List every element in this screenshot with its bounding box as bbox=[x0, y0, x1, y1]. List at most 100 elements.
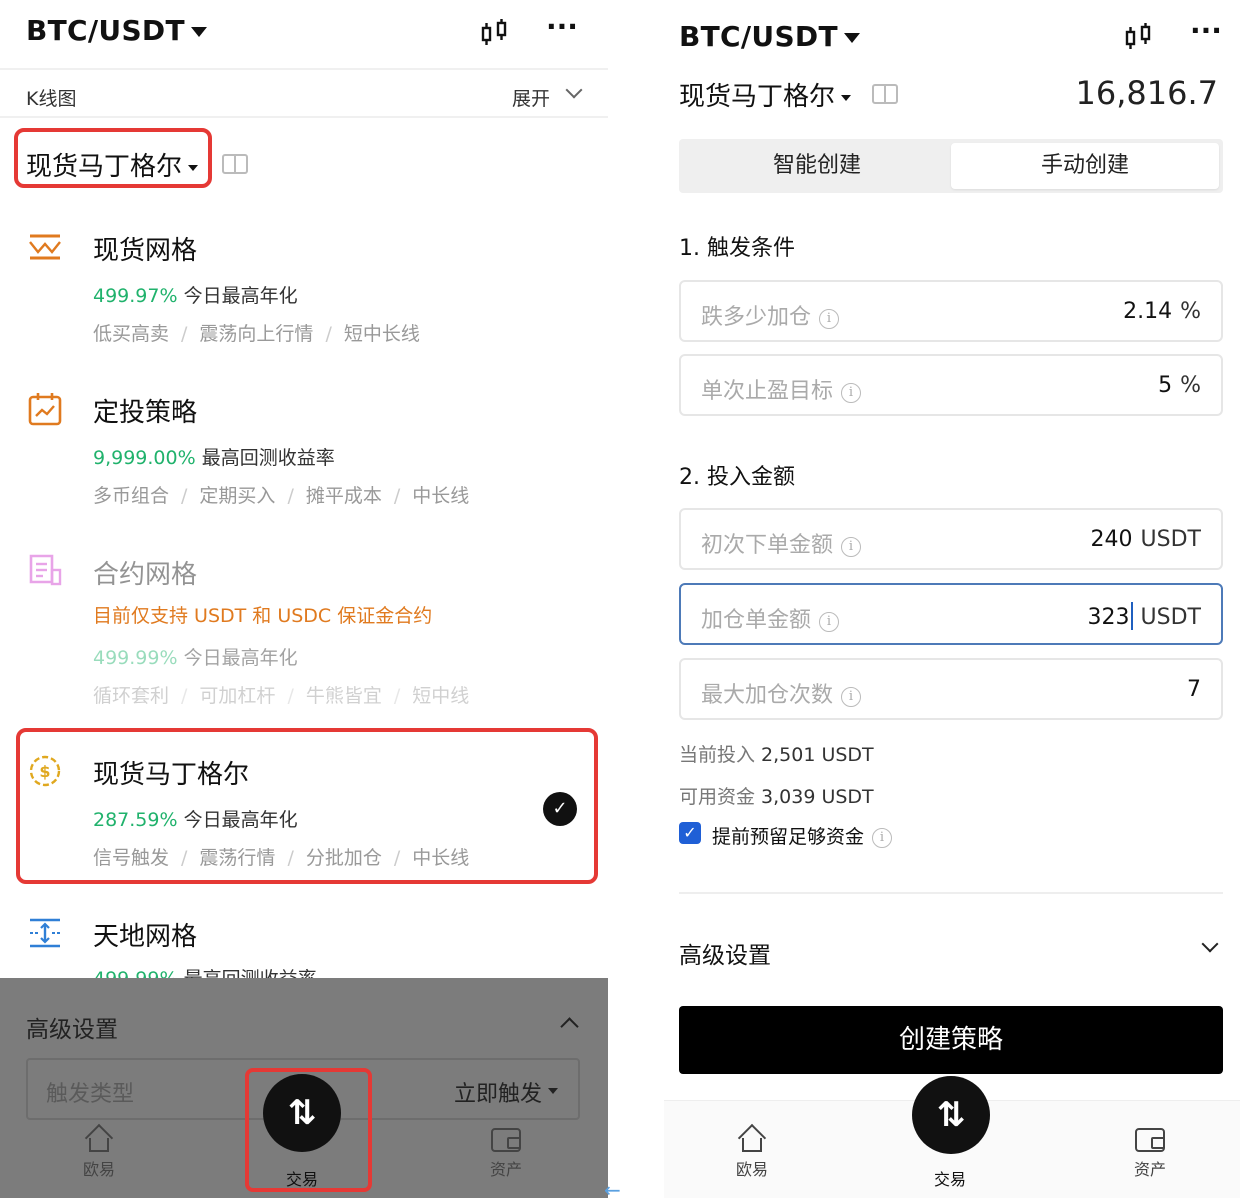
info-icon[interactable]: i bbox=[819, 612, 840, 632]
info-icon[interactable]: i bbox=[841, 687, 862, 707]
tag: 中长线 bbox=[412, 485, 470, 507]
grid-icon bbox=[29, 234, 61, 260]
create-mode-tabs: 智能创建 手动创建 bbox=[679, 139, 1223, 193]
add-order-amount-input[interactable]: 加仓单金额 i 323 USDT bbox=[679, 583, 1223, 645]
coin-icon: $ bbox=[29, 755, 61, 787]
field-label: 单次止盈目标 bbox=[701, 379, 834, 404]
current-investment: 当前投入 2,501 USDT bbox=[679, 740, 874, 767]
field-value: 2.14 bbox=[1123, 299, 1173, 324]
reserve-funds-label: 提前预留足够资金 bbox=[712, 826, 865, 848]
tag: 短中线 bbox=[412, 685, 470, 707]
tab-home: 欧易 bbox=[70, 1123, 128, 1180]
kline-bar[interactable]: K线图 展开 bbox=[0, 72, 608, 118]
pair-selector[interactable]: BTC/USDT bbox=[679, 20, 860, 53]
caret-down-icon bbox=[188, 164, 199, 171]
tab-smart-create[interactable]: 智能创建 bbox=[683, 143, 951, 189]
more-icon[interactable]: ··· bbox=[1190, 14, 1222, 47]
right-screen: BTC/USDT ··· 现货马丁格尔 16,816.7 智能创建 手动创建 1… bbox=[664, 0, 1240, 1198]
home-icon bbox=[84, 1123, 114, 1153]
pair-selector[interactable]: BTC/USDT bbox=[26, 14, 207, 47]
tab-manual-create[interactable]: 手动创建 bbox=[951, 143, 1219, 189]
tab-trade[interactable]: 交易 bbox=[920, 1162, 980, 1190]
rate-label: 最高回测收益率 bbox=[201, 447, 335, 469]
info-icon[interactable]: i bbox=[819, 309, 840, 329]
create-strategy-button[interactable]: 创建策略 bbox=[679, 1006, 1223, 1074]
advanced-settings-toggle[interactable]: 高级设置 bbox=[679, 936, 771, 970]
meta-value: 3,039 USDT bbox=[761, 786, 874, 808]
trade-button[interactable]: ⇅ bbox=[912, 1076, 990, 1154]
field-label: 最大加仓次数 bbox=[701, 683, 834, 708]
book-icon[interactable] bbox=[222, 154, 248, 174]
strategy-title: 合约网格 bbox=[93, 560, 198, 590]
rate-label: 最高回测收益率 bbox=[184, 968, 317, 978]
strategy-title: 定投策略 bbox=[93, 398, 198, 428]
range-icon bbox=[30, 918, 60, 948]
left-header: BTC/USDT ··· bbox=[0, 0, 608, 70]
home-icon bbox=[737, 1123, 767, 1153]
tag: 循环套利 bbox=[93, 685, 170, 707]
pair-label: BTC/USDT bbox=[26, 14, 185, 47]
advanced-settings-label: 高级设置 bbox=[26, 1017, 118, 1043]
available-funds: 可用资金 3,039 USDT bbox=[679, 782, 874, 809]
field-value: 323 bbox=[1087, 605, 1130, 630]
rate-value: 9,999.00% bbox=[93, 447, 196, 469]
tag: 短中长线 bbox=[343, 323, 420, 345]
candlestick-icon[interactable] bbox=[1124, 22, 1154, 52]
tag: 多币组合 bbox=[93, 485, 170, 507]
section-trigger-conditions: 1. 触发条件 bbox=[679, 236, 795, 261]
chevron-down-icon[interactable] bbox=[1201, 935, 1219, 953]
field-unit: % bbox=[1180, 299, 1201, 324]
wallet-icon bbox=[491, 1128, 521, 1152]
rate-value: 499.99% bbox=[93, 647, 178, 669]
tag: 摊平成本 bbox=[305, 485, 382, 507]
tag: 震荡行情 bbox=[199, 847, 276, 869]
candlestick-icon[interactable] bbox=[480, 18, 510, 48]
initial-order-amount-input[interactable]: 初次下单金额 i 240 USDT bbox=[679, 508, 1223, 570]
strategy-type-selector[interactable]: 现货马丁格尔 bbox=[26, 146, 199, 183]
trigger-type-placeholder: 触发类型 bbox=[46, 1082, 135, 1107]
tab-assets: 资产 bbox=[476, 1128, 536, 1180]
highlight-box bbox=[245, 1068, 372, 1192]
take-profit-input[interactable]: 单次止盈目标 i 5% bbox=[679, 354, 1223, 416]
expand-button[interactable]: 展开 bbox=[512, 84, 550, 111]
wallet-icon bbox=[1135, 1128, 1165, 1152]
strategy-type-label: 现货马丁格尔 bbox=[679, 82, 836, 112]
info-icon[interactable]: i bbox=[841, 383, 862, 403]
tab-home[interactable]: 欧易 bbox=[722, 1123, 782, 1180]
strategy-title: 现货马丁格尔 bbox=[93, 760, 250, 790]
arrow-left-icon: ← bbox=[604, 1178, 621, 1198]
tab-label: 欧易 bbox=[82, 1160, 115, 1179]
book-icon[interactable] bbox=[872, 84, 898, 104]
strategy-rate: 499.97% 今日最高年化 bbox=[93, 281, 298, 308]
calendar-chart-icon bbox=[28, 393, 62, 426]
more-icon[interactable]: ··· bbox=[546, 10, 578, 43]
field-label: 加仓单金额 bbox=[701, 608, 812, 633]
tab-label: 资产 bbox=[1133, 1160, 1166, 1179]
caret-down-icon bbox=[190, 27, 207, 37]
field-value: 5 bbox=[1158, 373, 1173, 398]
document-icon bbox=[29, 554, 62, 586]
text-cursor bbox=[1130, 602, 1133, 630]
info-icon[interactable]: i bbox=[841, 537, 862, 557]
tab-label: 欧易 bbox=[735, 1160, 768, 1179]
max-add-count-input[interactable]: 最大加仓次数 i 7 bbox=[679, 658, 1223, 720]
field-unit: USDT bbox=[1140, 605, 1201, 630]
drop-percent-input[interactable]: 跌多少加仓 i 2.14% bbox=[679, 280, 1223, 342]
tag: 信号触发 bbox=[93, 847, 170, 869]
tab-assets[interactable]: 资产 bbox=[1120, 1128, 1180, 1180]
rate-label: 今日最高年化 bbox=[183, 647, 298, 669]
strategy-type-selector[interactable]: 现货马丁格尔 bbox=[679, 76, 852, 113]
trigger-type-value: 立即触发 bbox=[453, 1082, 542, 1107]
strategy-tags: 循环套利 / 可加杠杆 / 牛熊皆宜 / 短中线 bbox=[93, 685, 470, 707]
reserve-funds-checkbox[interactable]: ✓ bbox=[679, 822, 701, 844]
field-label: 初次下单金额 bbox=[701, 533, 834, 558]
rate-label: 今日最高年化 bbox=[183, 809, 298, 831]
strategy-rate: 287.59% 今日最高年化 bbox=[93, 805, 298, 832]
caret-down-icon bbox=[843, 33, 860, 43]
meta-label: 可用资金 bbox=[679, 786, 756, 808]
strategy-tags: 多币组合 / 定期买入 / 摊平成本 / 中长线 bbox=[93, 485, 470, 507]
info-icon[interactable]: i bbox=[872, 828, 893, 848]
reserve-funds-row: 提前预留足够资金 i bbox=[712, 822, 893, 849]
tag: 中长线 bbox=[412, 847, 470, 869]
tag: 定期买入 bbox=[199, 485, 276, 507]
